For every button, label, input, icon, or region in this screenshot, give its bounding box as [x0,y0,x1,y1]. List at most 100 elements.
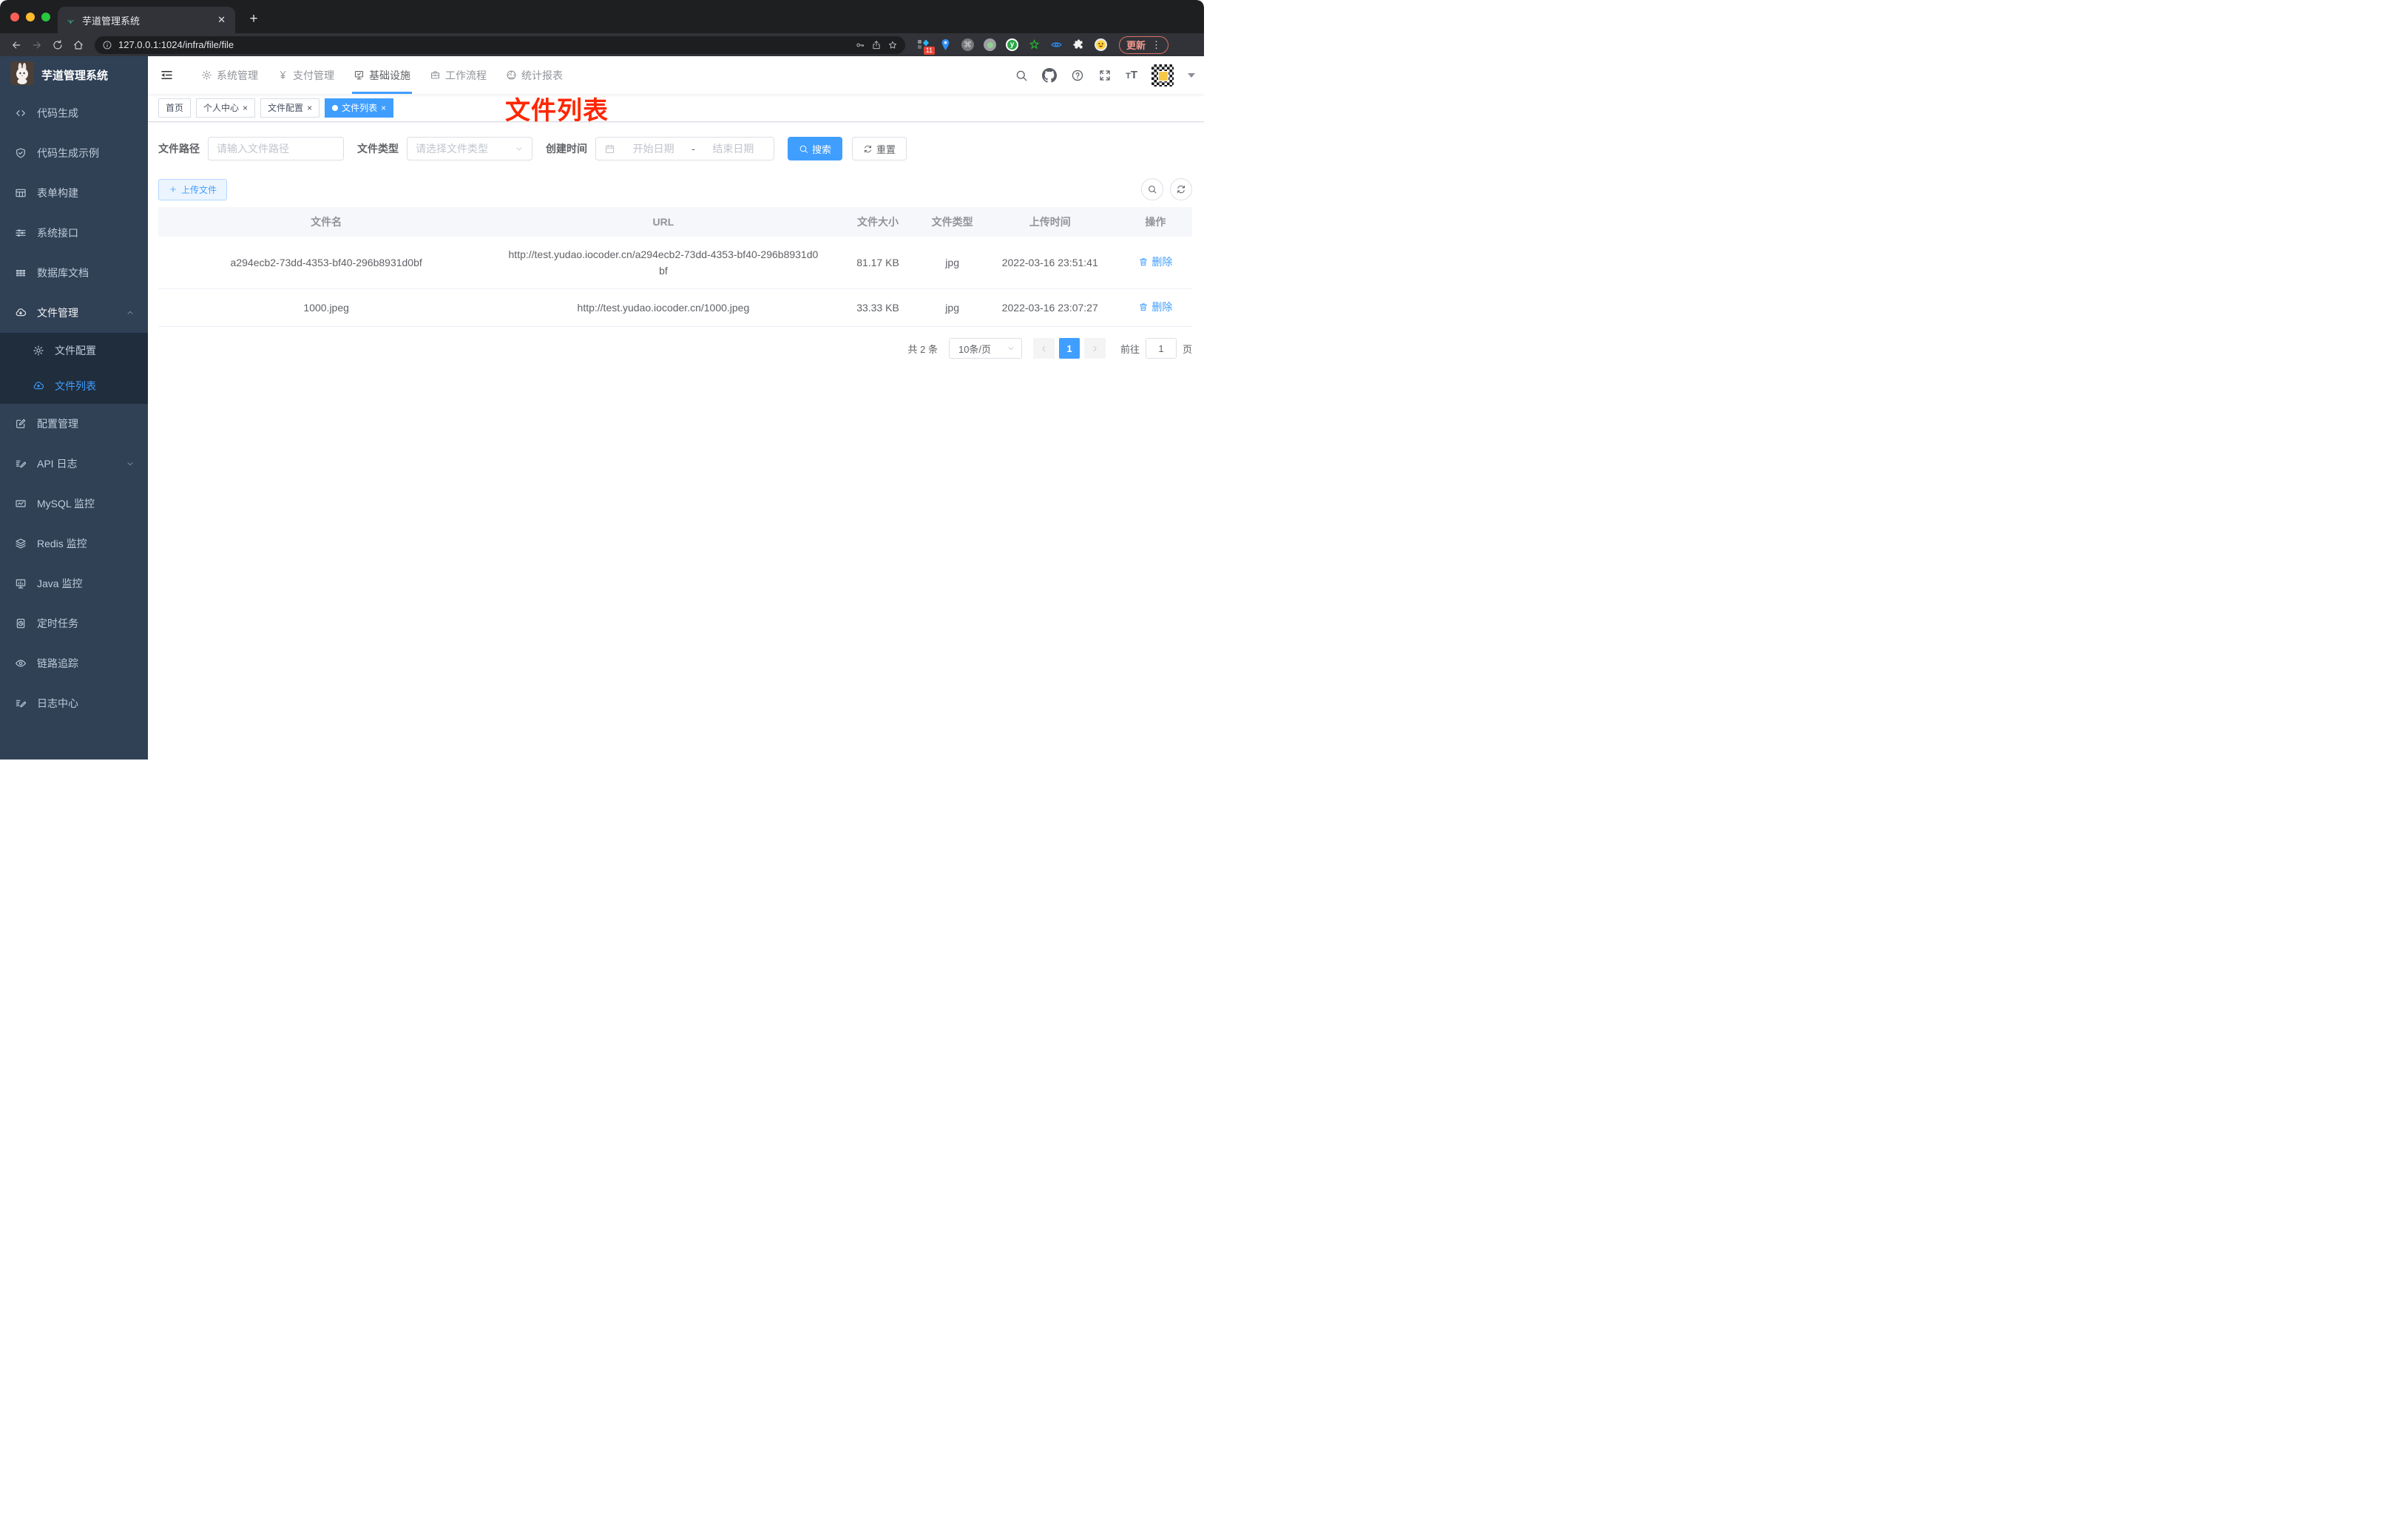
sidebar-item-定时任务[interactable]: 定时任务 [0,603,148,643]
app-logo-row[interactable]: 芋道管理系统 [0,56,148,93]
sidebar-item-链路追踪[interactable]: 链路追踪 [0,643,148,683]
edit-square-icon [15,418,27,430]
cell-file-name: a294ecb2-73dd-4353-bf40-296b8931d0bf [158,237,495,289]
top-menu-系统管理[interactable]: 系统管理 [192,56,268,94]
sidebar-item-Java 监控[interactable]: Java 监控 [0,564,148,603]
sidebar-item-代码生成示例[interactable]: 代码生成示例 [0,133,148,173]
url-bar[interactable]: 127.0.0.1:1024/infra/file/file [95,35,905,54]
extension-eye-icon[interactable] [1050,38,1063,51]
prev-page-button[interactable] [1032,338,1055,359]
top-menu-基础设施[interactable]: 基础设施 [344,56,420,94]
sidebar-item-代码生成[interactable]: 代码生成 [0,93,148,133]
upload-file-button[interactable]: 上传文件 [158,178,228,200]
chevron-up-icon [124,308,136,317]
sidebar-item-label: API 日志 [37,458,78,470]
date-range-picker[interactable]: 开始日期 - 结束日期 [595,137,774,160]
sidebar-item-文件管理[interactable]: 文件管理 [0,293,148,333]
top-menu-支付管理[interactable]: 支付管理 [268,56,344,94]
sidebar-item-数据库文档[interactable]: 数据库文档 [0,253,148,293]
extension-puzzle-icon[interactable] [1072,38,1085,51]
extension-emoji-icon[interactable] [1095,38,1107,51]
tab-close-icon[interactable]: ✕ [215,14,228,26]
sidebar-subitem-文件列表[interactable]: 文件列表 [0,368,148,404]
delete-button[interactable]: 删除 [1138,299,1172,315]
delete-label: 删除 [1151,256,1173,268]
tab-title: 芋道管理系统 [82,15,141,27]
chevron-down-icon[interactable] [1188,72,1195,78]
sidebar-item-配置管理[interactable]: 配置管理 [0,404,148,444]
sidebar-item-MySQL 监控[interactable]: MySQL 监控 [0,484,148,524]
tag-首页[interactable]: 首页 [158,98,192,118]
cell-actions: 删除 [1118,288,1192,327]
sidebar-collapse-icon[interactable] [148,68,180,82]
minimize-window-button[interactable] [26,13,35,21]
goto-page-input[interactable] [1145,338,1177,359]
next-page-button[interactable] [1083,338,1106,359]
extension-star-icon[interactable] [1028,38,1041,51]
sidebar-item-label: 系统接口 [37,227,78,239]
tag-close-icon[interactable]: × [243,104,248,112]
tag-个人中心[interactable]: 个人中心 × [196,98,256,118]
tag-close-icon[interactable]: × [381,104,386,112]
share-icon[interactable] [871,40,882,50]
browser-update-button[interactable]: 更新 ⋮ [1119,35,1169,54]
sidebar-subitem-文件配置[interactable]: 文件配置 [0,333,148,368]
sidebar-item-日志中心[interactable]: 日志中心 [0,683,148,723]
sidebar-item-label: Redis 监控 [37,538,87,549]
font-size-icon[interactable]: TT [1126,69,1137,81]
end-date-input[interactable]: 结束日期 [701,141,765,156]
tag-label: 首页 [166,103,184,113]
monitor-check-icon [354,70,365,81]
search-button[interactable]: 搜索 [788,137,843,160]
browser-menu-icon[interactable]: ⋮ [1151,39,1161,51]
extension-tiles-icon[interactable]: 11 [917,38,935,55]
sidebar-item-表单构建[interactable]: 表单构建 [0,173,148,213]
home-icon[interactable] [70,36,87,54]
top-menu-工作流程[interactable]: 工作流程 [420,56,496,94]
tag-文件配置[interactable]: 文件配置 × [260,98,320,118]
page-number-button[interactable]: 1 [1058,338,1080,359]
bookmark-star-icon[interactable] [887,40,898,50]
refresh-table-button[interactable] [1170,178,1192,200]
sidebar-item-系统接口[interactable]: 系统接口 [0,213,148,253]
new-tab-button[interactable]: + [244,10,263,29]
sidebar-item-Redis 监控[interactable]: Redis 监控 [0,524,148,564]
site-info-icon[interactable] [102,40,112,50]
extension-dot-icon[interactable] [984,38,996,51]
tag-label: 文件列表 [342,103,378,113]
gauge-icon [506,70,517,81]
reload-icon[interactable] [49,36,67,54]
extension-y-icon[interactable]: y [1006,38,1018,51]
browser-tab[interactable]: 芋道管理系统 ✕ [58,7,235,33]
url-text[interactable]: 127.0.0.1:1024/infra/file/file [118,39,849,50]
sidebar-subitem-label: 文件配置 [55,345,96,356]
show-search-button[interactable] [1141,178,1163,200]
extension-pin-icon[interactable] [939,38,952,51]
github-icon[interactable] [1042,67,1058,83]
file-type-select[interactable]: 请选择文件类型 [407,137,532,160]
file-path-input[interactable]: 请输入文件路径 [208,137,344,160]
extension-command-icon[interactable]: ⌘ [961,38,974,51]
zoom-window-button[interactable] [41,13,50,21]
reset-button[interactable]: 重置 [852,137,907,160]
pagination: 共 2 条 10条/页 1 前往 页 [158,338,1192,359]
back-icon[interactable] [7,36,25,54]
tag-close-icon[interactable]: × [307,104,312,112]
page-size-select[interactable]: 10条/页 [948,338,1022,359]
forward-icon[interactable] [28,36,46,54]
close-window-button[interactable] [10,13,19,21]
sidebar: 芋道管理系统 代码生成 代码生成示例 表单构建系统接口数据库文档 文件管理文件配置文件… [0,56,148,760]
start-date-input[interactable]: 开始日期 [621,141,686,156]
password-key-icon[interactable] [855,40,865,50]
avatar[interactable] [1151,64,1174,87]
top-menu-统计报表[interactable]: 统计报表 [496,56,572,94]
tag-文件列表[interactable]: 文件列表 × [325,98,394,118]
search-icon[interactable] [1015,69,1028,82]
cell-url: http://test.yudao.iocoder.cn/1000.jpeg [494,288,833,327]
top-menu-label: 工作流程 [445,69,487,81]
sidebar-item-API 日志[interactable]: API 日志 [0,444,148,484]
sidebar-menu: 代码生成 代码生成示例 表单构建系统接口数据库文档 文件管理文件配置文件列表 配置管理 A… [0,93,148,723]
help-icon[interactable] [1071,69,1084,82]
fullscreen-icon[interactable] [1098,69,1112,82]
delete-button[interactable]: 删除 [1138,254,1172,270]
